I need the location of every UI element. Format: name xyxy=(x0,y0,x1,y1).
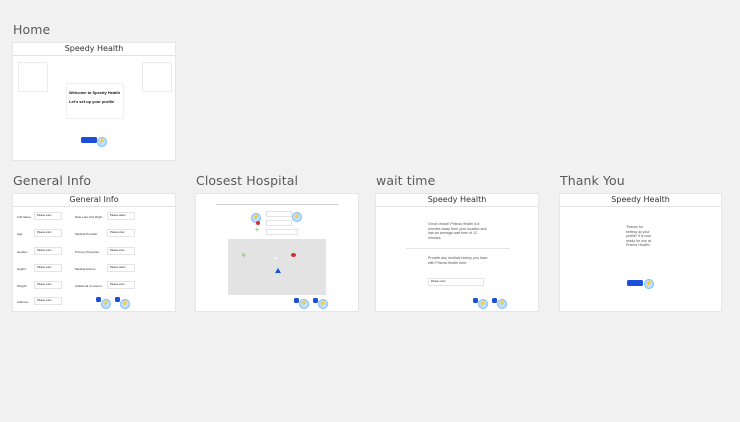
height-label: Height: xyxy=(17,267,27,271)
user-location-marker xyxy=(275,268,281,273)
full-name-field[interactable]: Please enter xyxy=(34,212,62,220)
done-button[interactable] xyxy=(627,280,643,286)
frame-home[interactable]: Speedy Health Welcome to Speedy Health L… xyxy=(13,43,175,160)
gender-field[interactable]: Please enter xyxy=(34,247,62,255)
frame-label-wait-time: wait time xyxy=(376,173,436,188)
bolt-icon: ⚡ xyxy=(478,299,488,309)
weight-field[interactable]: Please enter xyxy=(34,281,62,289)
medical-history-field[interactable]: Please select xyxy=(107,264,135,272)
medical-provider-field[interactable]: Please enter xyxy=(107,229,135,237)
instruction-text-line xyxy=(216,204,338,205)
last-visit-label: Date Last Visit Right: xyxy=(75,215,103,219)
frame-label-general-info: General Info xyxy=(13,173,92,188)
setup-text: Let's set up your profile xyxy=(69,99,115,104)
weight-label: Weight: xyxy=(17,284,28,288)
image-placeholder-left xyxy=(18,62,48,92)
primary-physician-label: Primary Physician: xyxy=(75,250,100,254)
bolt-icon: ⚡ xyxy=(292,212,302,222)
bolt-icon: ⚡ xyxy=(299,299,309,309)
hospital-option-1[interactable] xyxy=(266,211,292,217)
age-field[interactable]: Please enter xyxy=(34,229,62,237)
gender-label: Gender: xyxy=(17,250,28,254)
bolt-icon: ⚡ xyxy=(497,299,507,309)
frame-label-closest-hospital: Closest Hospital xyxy=(196,173,299,188)
back-button[interactable] xyxy=(96,297,101,302)
additional-concerns-field[interactable]: Please enter xyxy=(107,281,135,289)
address-field[interactable]: Please enter xyxy=(34,297,62,305)
last-visit-field[interactable]: Please select xyxy=(107,212,135,220)
bolt-icon: ⚡ xyxy=(120,299,130,309)
hospital-option-3[interactable] xyxy=(266,229,298,235)
thank-you-message: Thanks for setting up your profile! It i… xyxy=(626,225,651,248)
plus-icon: + xyxy=(255,227,260,234)
frame-thank-you[interactable]: Speedy Health Thanks for setting up your… xyxy=(560,194,721,311)
medical-history-label: Medical History: xyxy=(75,267,97,271)
medical-provider-label: Medical Provider: xyxy=(75,232,99,236)
welcome-text: Welcome to Speedy Health xyxy=(69,90,121,95)
start-button[interactable] xyxy=(81,137,97,143)
bolt-icon: ⚡ xyxy=(644,279,654,289)
next-button[interactable] xyxy=(115,297,120,302)
plus-icon: + xyxy=(241,250,247,260)
frame-label-home: Home xyxy=(13,22,51,37)
primary-physician-field[interactable]: Please enter xyxy=(107,247,135,255)
height-field[interactable]: Please enter xyxy=(34,264,62,272)
general-info-header: General Info xyxy=(13,194,175,207)
image-placeholder-right xyxy=(142,62,172,92)
welcome-card: Welcome to Speedy Health Let's set up yo… xyxy=(66,83,124,119)
history-prompt: Provide any medical history you have wit… xyxy=(428,256,488,265)
hospital-marker-red xyxy=(256,221,260,225)
additional-concerns-label: Additional Concerns: xyxy=(75,284,103,288)
frame-closest-hospital[interactable]: ⚡ ⚡ + + ⚡ ⚡ xyxy=(196,194,358,311)
medical-history-input[interactable]: Please enter xyxy=(428,278,484,286)
thank-you-header: Speedy Health xyxy=(560,194,721,207)
wait-time-header: Speedy Health xyxy=(376,194,538,207)
hospital-marker xyxy=(291,253,296,257)
home-header: Speedy Health xyxy=(13,43,175,56)
frame-general-info[interactable]: General Info Full Name: Please enter Age… xyxy=(13,194,175,311)
road-segment xyxy=(274,258,277,259)
frame-label-thank-you: Thank You xyxy=(560,173,625,188)
hospital-map[interactable]: + xyxy=(228,239,326,295)
full-name-label: Full Name: xyxy=(17,215,32,219)
bolt-icon: ⚡ xyxy=(318,299,328,309)
age-label: Age: xyxy=(17,232,24,236)
bolt-icon: ⚡ xyxy=(101,299,111,309)
address-label: Address: xyxy=(17,300,29,304)
wait-time-message: Great choice! Prisma Health is 8 minutes… xyxy=(428,222,487,240)
bolt-icon: ⚡ xyxy=(97,137,107,147)
hospital-option-2[interactable] xyxy=(266,220,292,226)
frame-wait-time[interactable]: Speedy Health Great choice! Prisma Healt… xyxy=(376,194,538,311)
divider xyxy=(406,248,510,249)
